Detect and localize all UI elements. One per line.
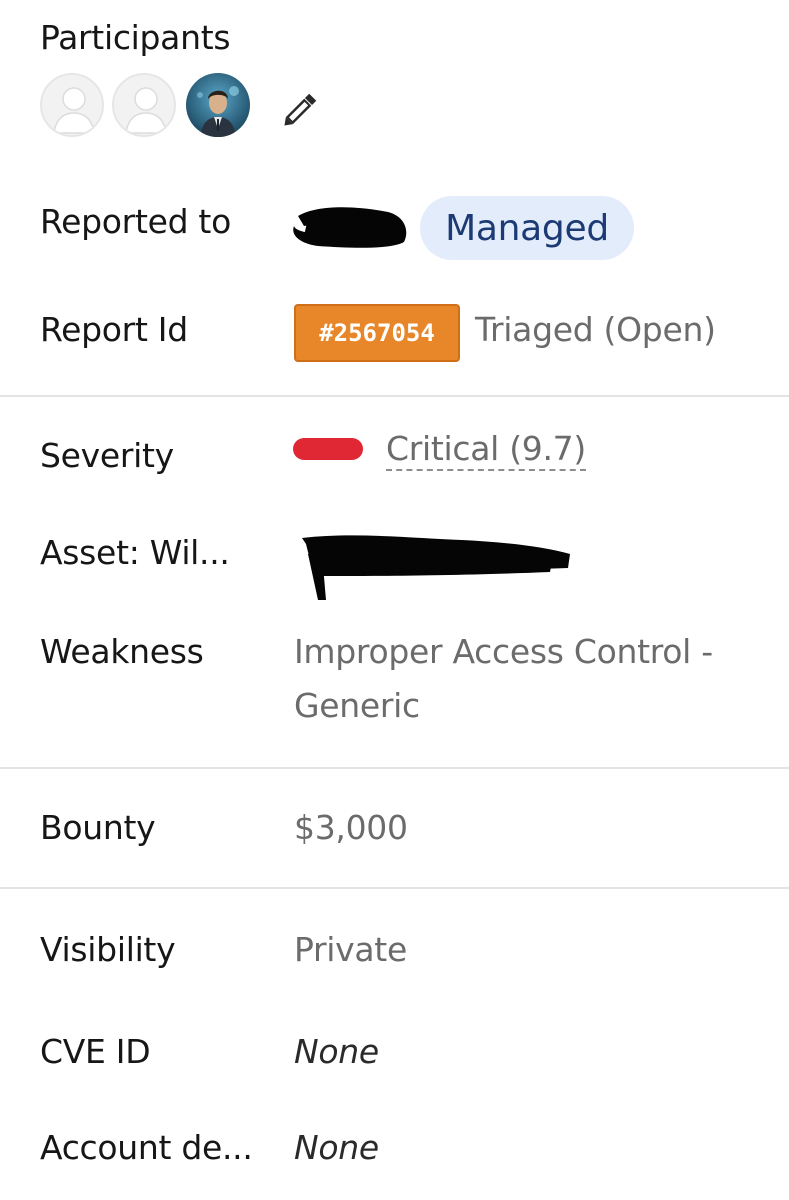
participant-avatar-1[interactable] xyxy=(40,73,104,137)
user-photo-avatar-icon xyxy=(186,73,250,137)
user-silhouette-icon xyxy=(53,87,95,134)
redacted-asset-value xyxy=(302,535,570,600)
account-details-value: None xyxy=(294,1128,379,1167)
report-status: Triaged (Open) xyxy=(475,310,716,349)
severity-value[interactable]: Critical (9.7) xyxy=(386,429,586,471)
visibility-value: Private xyxy=(294,930,407,969)
divider xyxy=(0,767,789,769)
bounty-value: $3,000 xyxy=(294,808,408,847)
pencil-icon xyxy=(284,93,317,126)
reported-to-label: Reported to xyxy=(40,202,231,241)
divider xyxy=(0,395,789,397)
participant-avatar-3[interactable] xyxy=(186,73,250,137)
participants-label: Participants xyxy=(40,18,231,57)
divider xyxy=(0,887,789,889)
severity-label: Severity xyxy=(40,436,174,475)
cve-id-label: CVE ID xyxy=(40,1032,151,1071)
weakness-label: Weakness xyxy=(40,632,204,671)
redacted-program-name xyxy=(293,207,407,248)
report-id-badge[interactable]: #2567054 xyxy=(294,304,460,362)
weakness-value-line1: Improper Access Control - xyxy=(294,632,713,671)
account-details-label: Account de... xyxy=(40,1128,253,1167)
severity-indicator xyxy=(293,438,363,460)
asset-label: Asset: Wil... xyxy=(40,533,230,572)
report-id-label: Report Id xyxy=(40,310,188,349)
edit-participants-button[interactable] xyxy=(276,86,324,134)
user-silhouette-icon xyxy=(125,87,167,134)
weakness-value-line2: Generic xyxy=(294,686,420,725)
cve-id-value: None xyxy=(294,1032,379,1071)
managed-badge: Managed xyxy=(420,196,634,260)
visibility-label: Visibility xyxy=(40,930,176,969)
participant-avatar-2[interactable] xyxy=(112,73,176,137)
bounty-label: Bounty xyxy=(40,808,156,847)
